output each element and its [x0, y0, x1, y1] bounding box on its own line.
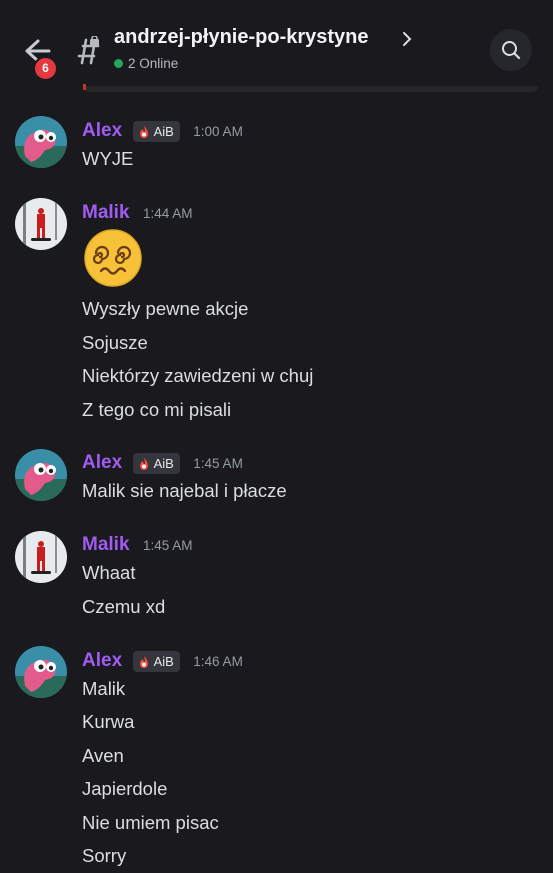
search-button[interactable]	[490, 29, 532, 71]
message-text: Wyszły pewne akcje	[82, 298, 249, 319]
message-text: WYJE	[82, 148, 134, 169]
chevron-right-icon[interactable]	[400, 29, 414, 49]
avatar[interactable]	[15, 116, 67, 168]
online-status: 2 Online	[114, 56, 178, 71]
channel-header: 6 andrzej-płynie-po-krystyne 2 Online	[0, 0, 553, 88]
message-text: Whaat	[82, 562, 136, 583]
timestamp: 1:45 AM	[193, 455, 243, 471]
username[interactable]: Malik	[82, 202, 130, 223]
username[interactable]: Alex	[82, 452, 122, 473]
message-text: Niektórzy zawiedzeni w chuj	[82, 365, 314, 386]
server-tag[interactable]: AiB	[132, 452, 180, 474]
fire-icon	[139, 655, 148, 668]
fire-icon	[139, 457, 148, 470]
message-text: Aven	[82, 745, 124, 766]
message-text: Malik	[82, 678, 126, 699]
avatar[interactable]	[15, 646, 67, 698]
message-text: Sorry	[82, 845, 127, 866]
message-text: Z tego co mi pisali	[82, 399, 232, 420]
previous-message-edge	[83, 86, 538, 92]
message-text: Japierdole	[82, 778, 168, 799]
server-tag-label: AiB	[153, 123, 174, 139]
timestamp: 1:44 AM	[142, 205, 193, 221]
message-text: Czemu xd	[82, 596, 166, 617]
message-text: Sojusze	[82, 332, 148, 353]
avatar[interactable]	[15, 531, 67, 583]
server-tag[interactable]: AiB	[132, 120, 180, 142]
username[interactable]: Malik	[82, 534, 130, 555]
new-message-marker	[83, 84, 86, 90]
search-icon	[502, 41, 521, 60]
server-tag[interactable]: AiB	[132, 650, 180, 672]
avatar[interactable]	[15, 449, 67, 501]
online-count: 2 Online	[128, 56, 179, 71]
fire-icon	[139, 125, 148, 138]
avatar[interactable]	[15, 198, 67, 250]
unread-badge: 6	[33, 56, 58, 81]
username[interactable]: Alex	[82, 650, 122, 671]
dizzy-face-emoji-icon	[84, 229, 142, 287]
online-dot-icon	[114, 59, 123, 68]
private-channel-icon	[77, 36, 100, 65]
timestamp: 1:45 AM	[142, 537, 193, 553]
timestamp: 1:46 AM	[193, 653, 243, 669]
timestamp: 1:00 AM	[193, 123, 243, 139]
message-text: Nie umiem pisac	[82, 812, 219, 833]
message-text: Kurwa	[82, 711, 135, 732]
username[interactable]: Alex	[82, 120, 122, 141]
message-text: Malik sie najebal i płacze	[82, 480, 287, 501]
channel-name[interactable]: andrzej-płynie-po-krystyne	[114, 26, 369, 49]
server-tag-label: AiB	[153, 455, 174, 471]
server-tag-label: AiB	[153, 653, 174, 669]
